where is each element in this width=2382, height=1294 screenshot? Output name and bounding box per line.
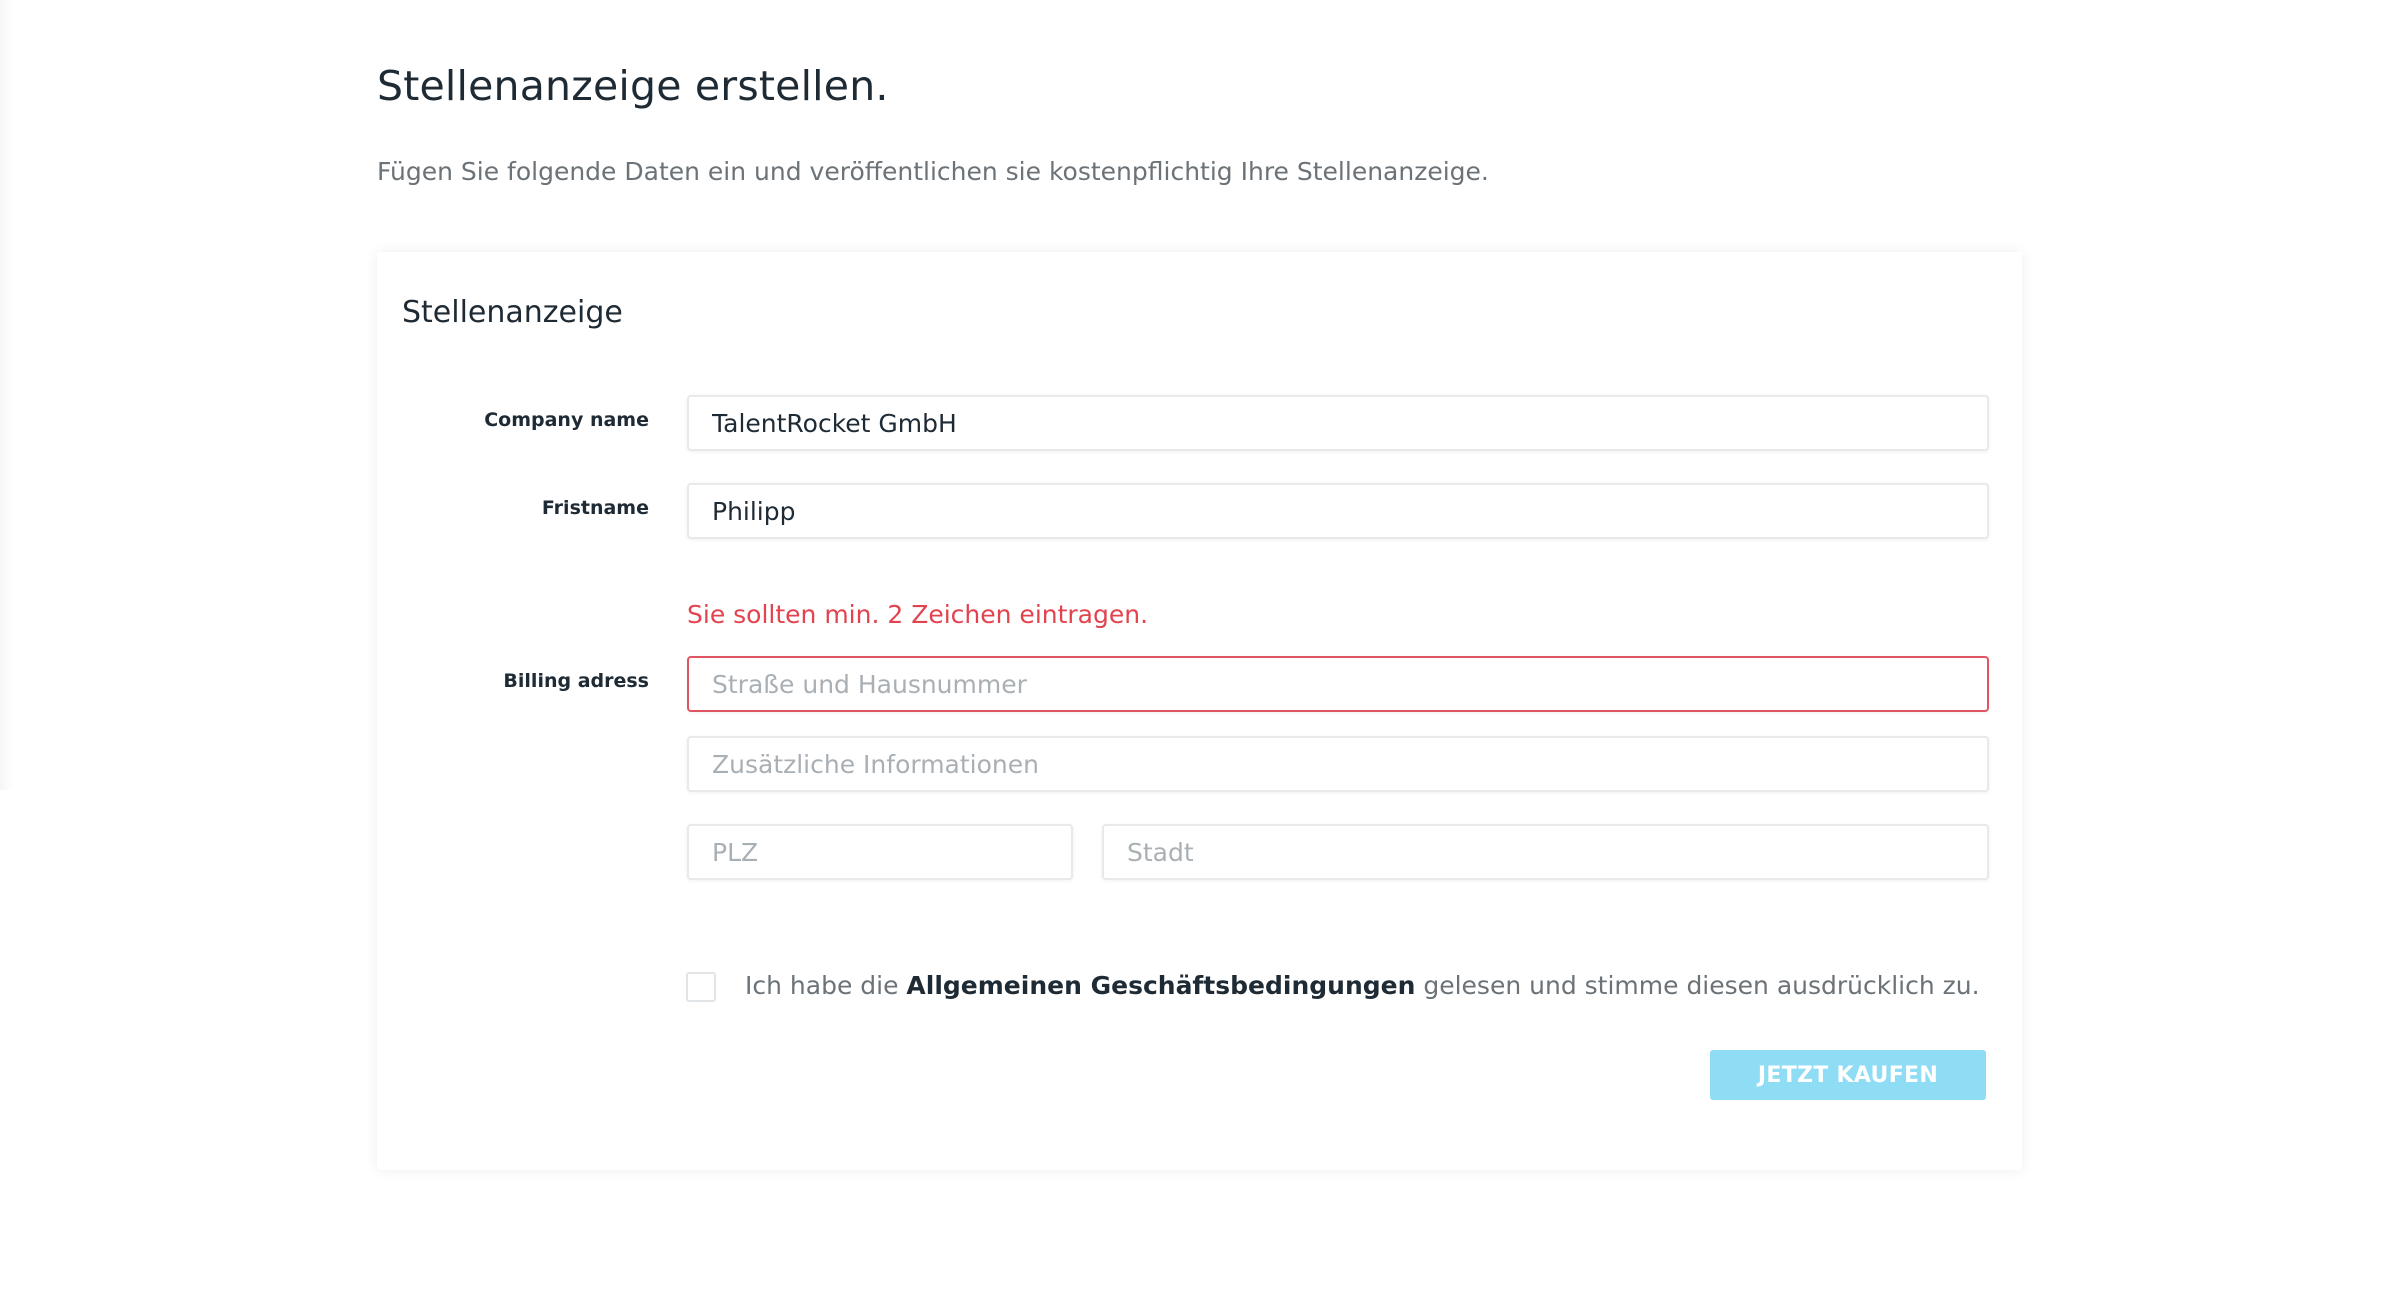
billing-address-label: Billing adress <box>503 670 649 692</box>
page-title: Stellenanzeige erstellen. <box>377 62 889 110</box>
company-name-label: Company name <box>484 409 649 431</box>
company-name-input[interactable] <box>687 395 1989 451</box>
page-subtitle: Fügen Sie folgende Daten ein und veröffe… <box>377 157 1489 186</box>
terms-link[interactable]: Allgemeinen Geschäftsbedingungen <box>906 971 1415 1000</box>
terms-consent-text: Ich habe die Allgemeinen Geschäftsbeding… <box>745 971 1980 1000</box>
firstname-label: Fristname <box>541 497 649 519</box>
terms-checkbox[interactable] <box>686 972 716 1002</box>
street-input[interactable] <box>687 656 1989 712</box>
left-edge-shadow <box>0 0 14 790</box>
job-ad-form-card: Stellenanzeige Company name Fristname Si… <box>377 252 2022 1170</box>
card-title: Stellenanzeige <box>402 295 623 330</box>
billing-error-message: Sie sollten min. 2 Zeichen eintragen. <box>687 600 1149 629</box>
consent-text-before: Ich habe die <box>745 971 907 1000</box>
firstname-input[interactable] <box>687 483 1989 539</box>
city-input[interactable] <box>1102 824 1989 880</box>
zip-input[interactable] <box>687 824 1073 880</box>
additional-info-input[interactable] <box>687 736 1989 792</box>
consent-text-after: gelesen und stimme diesen ausdrücklich z… <box>1415 971 1980 1000</box>
buy-now-button[interactable]: JETZT KAUFEN <box>1710 1050 1986 1100</box>
